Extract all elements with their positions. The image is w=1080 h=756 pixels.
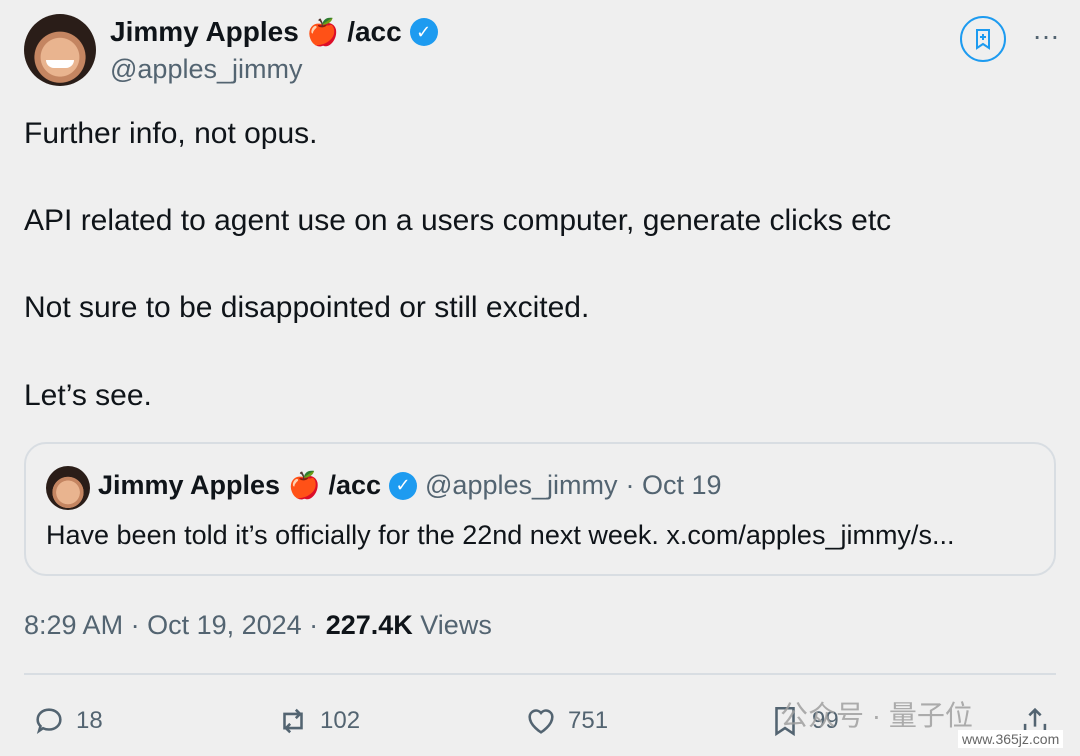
tweet-paragraph-3: Not sure to be disappointed or still exc… <box>24 291 590 324</box>
apple-icon: 🍎 <box>306 16 340 47</box>
tweet-time[interactable]: 8:29 AM <box>24 610 123 640</box>
author-avatar[interactable] <box>24 14 96 86</box>
apple-icon: 🍎 <box>288 470 321 500</box>
quoted-author-suffix: /acc <box>328 470 382 500</box>
quoted-tweet-text: Have been told it’s officially for the 2… <box>46 520 955 550</box>
retweet-count: 102 <box>320 707 361 734</box>
tweet-paragraph-4: Let’s see. <box>24 379 152 412</box>
more-options-icon[interactable]: … <box>1024 16 1068 50</box>
tweet-paragraph-2: API related to agent use on a users comp… <box>24 204 892 237</box>
quoted-date: · Oct 19 <box>625 470 722 500</box>
watermark-text: 公众号 · 量子位 <box>780 700 973 731</box>
quoted-author-row: Jimmy Apples 🍎 /acc ✓ @apples_jimmy · Oc… <box>98 470 722 501</box>
author-handle[interactable]: @apples_jimmy <box>110 54 302 85</box>
tweet-paragraph-1: Further info, not opus. <box>24 117 318 150</box>
bookmark-plus-icon <box>976 29 990 50</box>
heart-icon <box>528 709 554 734</box>
views-label: Views <box>420 610 492 640</box>
quoted-author-avatar <box>46 466 90 510</box>
views-count: 227.4K <box>325 610 413 640</box>
quoted-tweet-card[interactable] <box>24 442 1056 576</box>
quoted-author-name: Jimmy Apples <box>98 470 281 500</box>
author-suffix: /acc <box>347 16 402 47</box>
divider <box>24 673 1056 675</box>
subscribe-button[interactable] <box>960 16 1006 62</box>
tweet-meta: 8:29 AM · Oct 19, 2024 · 227.4K Views <box>24 610 492 641</box>
reply-icon <box>36 708 62 734</box>
verified-badge-icon: ✓ <box>409 18 438 46</box>
quoted-author-handle: @apples_jimmy <box>425 470 618 500</box>
reply-button[interactable]: 18 <box>32 704 103 738</box>
reply-count: 18 <box>76 707 103 734</box>
like-button[interactable]: 751 <box>524 704 608 738</box>
retweet-button[interactable]: 102 <box>276 704 360 738</box>
retweet-icon <box>283 708 303 734</box>
watermark-site: www.365jz.com <box>958 730 1064 748</box>
like-count: 751 <box>568 707 609 734</box>
tweet-date[interactable]: · Oct 19, 2024 · <box>131 610 319 640</box>
author-name[interactable]: Jimmy Apples <box>110 16 299 48</box>
author-name-row[interactable]: Jimmy Apples 🍎 /acc ✓ <box>110 16 438 48</box>
verified-badge-icon: ✓ <box>389 471 418 500</box>
